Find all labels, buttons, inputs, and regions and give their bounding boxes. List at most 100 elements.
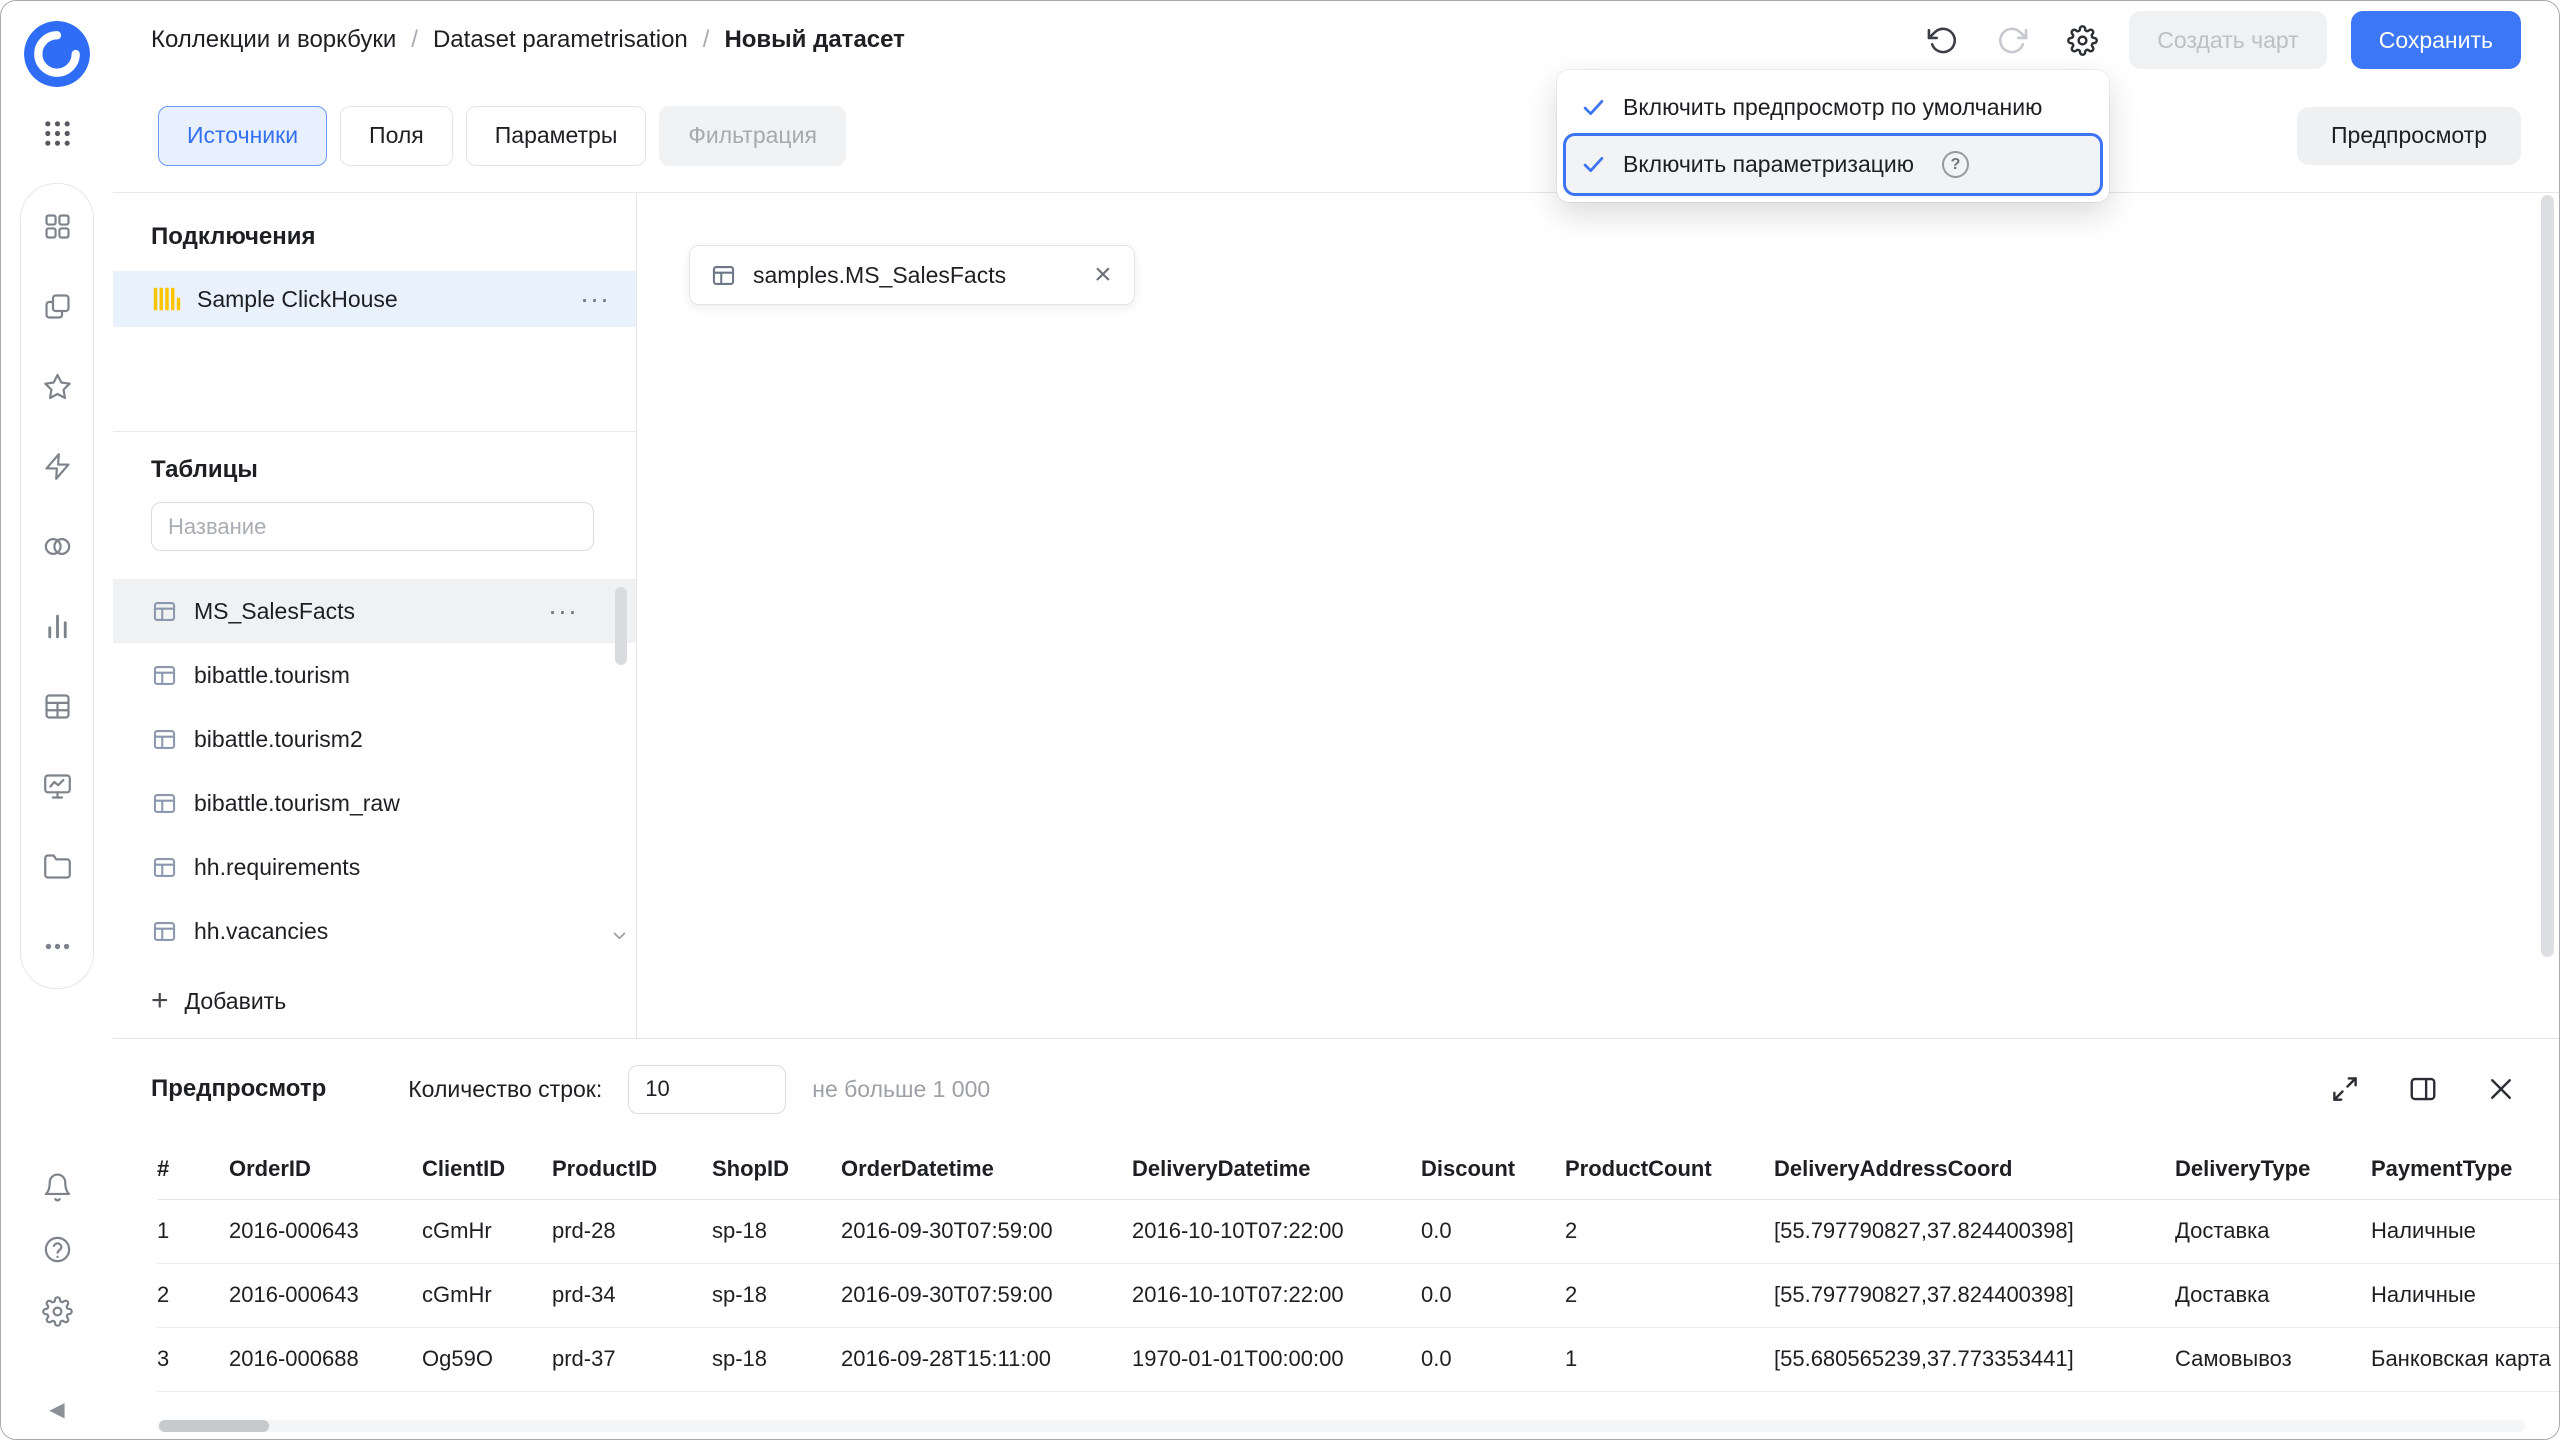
nav-more-button[interactable] [37, 926, 77, 966]
table-grid-icon [42, 691, 73, 722]
tab-sources[interactable]: Источники [158, 106, 327, 166]
close-preview-button[interactable] [2483, 1071, 2519, 1107]
preview-table-wrap: # OrderID ClientID ProductID ShopID Orde… [113, 1139, 2559, 1439]
cell: Самовывоз [2175, 1327, 2371, 1391]
table-item[interactable]: hh.vacancies [113, 899, 636, 963]
nav-connections-button[interactable] [37, 446, 77, 486]
column-header: ProductID [552, 1139, 712, 1199]
tab-parameters[interactable]: Параметры [466, 106, 647, 166]
cell: Доставка [2175, 1199, 2371, 1263]
column-header: ShopID [712, 1139, 841, 1199]
datalens-logo-icon[interactable] [24, 21, 90, 87]
table-icon [151, 662, 178, 689]
venn-icon [42, 531, 73, 562]
tables-list-scrollbar[interactable] [615, 587, 627, 665]
help-circle-icon[interactable]: ? [1942, 151, 1969, 178]
table-icon [151, 598, 178, 625]
table-icon [151, 726, 178, 753]
cell: Наличные [2371, 1199, 2559, 1263]
table-more-button[interactable]: ··· [548, 598, 578, 625]
nav-storage-button[interactable] [37, 846, 77, 886]
nav-charts-button[interactable] [37, 606, 77, 646]
tab-fields[interactable]: Поля [340, 106, 453, 166]
connection-item[interactable]: Sample ClickHouse ··· [113, 271, 636, 327]
table-item[interactable]: bibattle.tourism_raw [113, 771, 636, 835]
breadcrumb: Коллекции и воркбуки / Dataset parametri… [151, 26, 905, 54]
collapse-icon: ◀ [49, 1397, 64, 1422]
monitor-icon [42, 771, 73, 802]
table-item[interactable]: bibattle.tourism [113, 643, 636, 707]
lightning-icon [42, 451, 73, 482]
table-icon [151, 918, 178, 945]
cell: prd-28 [552, 1199, 712, 1263]
tab-filtering[interactable]: Фильтрация [659, 106, 846, 166]
tables-title: Таблицы [113, 432, 636, 496]
table-item-selected[interactable]: MS_SalesFacts ··· [113, 579, 636, 643]
table-item-label: bibattle.tourism [194, 662, 350, 689]
add-table-button[interactable]: + Добавить [113, 972, 636, 1030]
connections-title: Подключения [113, 193, 636, 271]
table-search-input[interactable] [151, 502, 594, 551]
cell: 2016-10-10T07:22:00 [1132, 1263, 1421, 1327]
remove-source-icon[interactable]: × [1094, 260, 1112, 290]
row-count-input[interactable] [628, 1065, 786, 1114]
undo-button[interactable] [1919, 17, 1965, 63]
notifications-button[interactable] [37, 1167, 77, 1207]
table-item-label: MS_SalesFacts [194, 598, 355, 625]
rail-settings-button[interactable] [37, 1291, 77, 1331]
scroll-down-icon[interactable] [611, 927, 628, 949]
dataset-settings-menu: Включить предпросмотр по умолчанию Включ… [1557, 70, 2109, 202]
breadcrumb-collections[interactable]: Коллекции и воркбуки [151, 26, 396, 54]
page-vertical-scrollbar[interactable] [2541, 195, 2554, 957]
column-header: DeliveryDatetime [1132, 1139, 1421, 1199]
help-button[interactable] [37, 1229, 77, 1269]
cell: Og59O [422, 1327, 552, 1391]
clickhouse-icon [151, 284, 181, 314]
rail-nav-group [20, 183, 94, 989]
column-header: DeliveryAddressCoord [1774, 1139, 2175, 1199]
preview-title: Предпросмотр [151, 1075, 326, 1103]
expand-preview-button[interactable] [2327, 1071, 2363, 1107]
apps-grid-icon[interactable] [37, 113, 77, 153]
expand-icon [2330, 1074, 2360, 1104]
table-item[interactable]: bibattle.tourism2 [113, 707, 636, 771]
table-item-label: hh.requirements [194, 854, 360, 881]
side-panel-icon [2408, 1074, 2438, 1104]
breadcrumb-workbook[interactable]: Dataset parametrisation [433, 26, 688, 54]
dataset-source-chip[interactable]: samples.MS_SalesFacts × [689, 245, 1135, 305]
cell: 2016-09-30T07:59:00 [841, 1199, 1132, 1263]
table-icon [151, 854, 178, 881]
menu-item-parametrization[interactable]: Включить параметризацию ? [1566, 136, 2100, 193]
nav-tables-button[interactable] [37, 686, 77, 726]
nav-favorites-button[interactable] [37, 366, 77, 406]
nav-dashboards-button[interactable] [37, 206, 77, 246]
ellipsis-icon [42, 931, 73, 962]
preview-toggle-button[interactable]: Предпросмотр [2297, 107, 2521, 165]
menu-item-label: Включить параметризацию [1623, 151, 1914, 178]
gear-icon [42, 1296, 73, 1327]
nav-collections-button[interactable] [37, 286, 77, 326]
table-item-label: bibattle.tourism_raw [194, 790, 400, 817]
redo-button[interactable] [1989, 17, 2035, 63]
rail-bottom: ◀ [37, 1145, 77, 1439]
collapse-sidebar-button[interactable]: ◀ [37, 1391, 77, 1427]
nav-editor-button[interactable] [37, 766, 77, 806]
connection-more-button[interactable]: ··· [580, 286, 610, 313]
checkmark-icon [1580, 94, 1607, 121]
save-button[interactable]: Сохранить [2351, 11, 2521, 69]
table-item[interactable]: hh.requirements [113, 835, 636, 899]
table-search [113, 496, 636, 551]
nav-datasets-button[interactable] [37, 526, 77, 566]
table-row: 3 2016-000688 Og59O prd-37 sp-18 2016-09… [157, 1327, 2559, 1391]
sources-canvas: samples.MS_SalesFacts × [637, 193, 2559, 1038]
menu-item-default-preview[interactable]: Включить предпросмотр по умолчанию [1566, 79, 2100, 136]
column-header: PaymentType [2371, 1139, 2559, 1199]
dock-preview-button[interactable] [2405, 1071, 2441, 1107]
table-horizontal-scrollbar[interactable] [157, 1420, 2525, 1432]
horizontal-scrollbar-thumb[interactable] [159, 1420, 269, 1432]
dataset-settings-button[interactable] [2059, 17, 2105, 63]
bar-chart-icon [42, 611, 73, 642]
create-chart-button[interactable]: Создать чарт [2129, 11, 2326, 69]
tabsbar: Источники Поля Параметры Фильтрация Пред… [113, 79, 2559, 193]
main-area: Коллекции и воркбуки / Dataset parametri… [113, 1, 2559, 1439]
